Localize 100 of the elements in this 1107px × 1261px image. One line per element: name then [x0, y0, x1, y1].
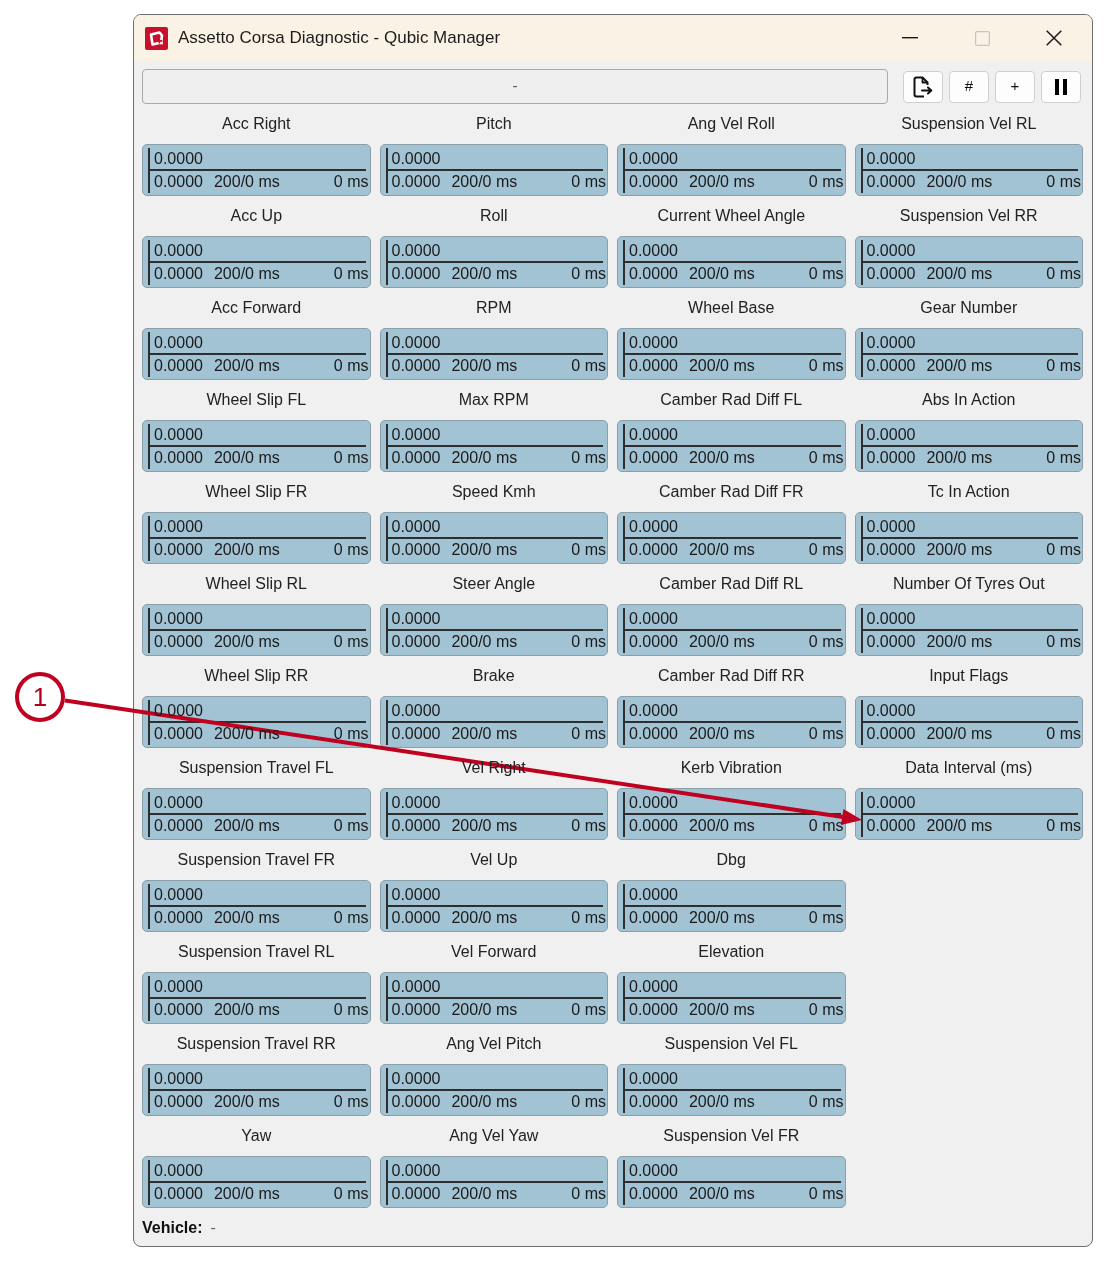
- minimize-icon: [902, 37, 918, 39]
- gauge-sub-value: 0.0000: [391, 173, 441, 191]
- gauge-label: Wheel Slip RL: [205, 574, 307, 594]
- gauge-time: 0 ms: [333, 265, 369, 283]
- gauge-sub-value: 0.0000: [629, 449, 678, 467]
- export-button[interactable]: [903, 70, 943, 103]
- gauge-label: Suspension Vel RL: [901, 114, 1037, 134]
- gauge-value: 0.0000: [629, 1069, 678, 1088]
- gauge-time: 0 ms: [333, 909, 369, 927]
- gauge-label: Acc Up: [230, 206, 283, 226]
- gauge-sub-value: 0.0000: [391, 541, 441, 559]
- gauge-sub-value: 0.0000: [154, 173, 203, 191]
- gauge-time: 0 ms: [808, 725, 844, 743]
- gauge-value: 0.0000: [866, 333, 916, 352]
- gauge-period: 200/0 ms: [451, 909, 518, 927]
- gauge-period: 200/0 ms: [213, 633, 280, 651]
- gauge-time: 0 ms: [333, 817, 369, 835]
- gauge-label: Suspension Travel RL: [178, 942, 335, 962]
- gauge-sub-value: 0.0000: [391, 817, 441, 835]
- gauge-time: 0 ms: [808, 449, 844, 467]
- gauge-value: 0.0000: [154, 701, 203, 720]
- gauge-sub-value: 0.0000: [154, 817, 203, 835]
- gauge-time: 0 ms: [808, 1185, 844, 1203]
- gauge-sub-value: 0.0000: [866, 449, 916, 467]
- gauge-sub-value: 0.0000: [629, 725, 678, 743]
- gauge-period: 200/0 ms: [688, 633, 755, 651]
- gauge-time: 0 ms: [571, 1185, 606, 1203]
- gauge-period: 200/0 ms: [688, 817, 755, 835]
- gauge-time: 0 ms: [1046, 173, 1081, 191]
- pause-icon: [1055, 78, 1067, 95]
- gauge-sub-value: 0.0000: [154, 633, 203, 651]
- gauge-period: 200/0 ms: [213, 909, 280, 927]
- close-icon: [1046, 30, 1062, 46]
- gauge-time: 0 ms: [808, 817, 844, 835]
- gauge-time: 0 ms: [1046, 633, 1081, 651]
- gauge-label: Gear Number: [920, 298, 1018, 318]
- toolbar-button[interactable]: +: [995, 70, 1035, 103]
- gauge-label: Data Interval (ms): [905, 758, 1033, 778]
- gauge-sub-value: 0.0000: [391, 265, 441, 283]
- gauge-value: 0.0000: [391, 517, 441, 536]
- gauge-label: Input Flags: [929, 666, 1009, 686]
- gauge-period: 200/0 ms: [926, 449, 993, 467]
- gauge-time: 0 ms: [808, 1093, 844, 1111]
- gauge-period: 200/0 ms: [451, 449, 518, 467]
- gauge-value: 0.0000: [629, 517, 678, 536]
- gauge-label: Camber Rad Diff FL: [660, 390, 803, 410]
- gauge-period: 200/0 ms: [213, 1093, 280, 1111]
- gauge-period: 200/0 ms: [213, 1185, 280, 1203]
- gauge-period: 200/0 ms: [451, 1093, 518, 1111]
- gauge-value: 0.0000: [154, 1069, 203, 1088]
- gauge-label: Roll: [479, 206, 508, 226]
- gauge-sub-value: 0.0000: [391, 1185, 441, 1203]
- gauge-label: Acc Right: [222, 114, 291, 134]
- gauge-period: 200/0 ms: [213, 265, 280, 283]
- gauge-time: 0 ms: [571, 1001, 606, 1019]
- gauge-sub-value: 0.0000: [154, 1185, 203, 1203]
- gauge-value: 0.0000: [629, 609, 678, 628]
- gauge-period: 200/0 ms: [688, 1093, 755, 1111]
- gauge-label: Ang Vel Roll: [687, 114, 775, 134]
- gauge-value: 0.0000: [391, 425, 441, 444]
- gauge-value: 0.0000: [629, 333, 678, 352]
- gauge-time: 0 ms: [571, 817, 606, 835]
- gauge-period: 200/0 ms: [213, 449, 280, 467]
- gauge-sub-value: 0.0000: [391, 1093, 441, 1111]
- gauge-label: Acc Forward: [211, 298, 302, 318]
- gauge-time: 0 ms: [571, 449, 606, 467]
- gauge-time: 0 ms: [1046, 541, 1081, 559]
- gauge-value: 0.0000: [391, 1161, 441, 1180]
- gauge-sub-value: 0.0000: [866, 173, 916, 191]
- gauge-time: 0 ms: [333, 357, 369, 375]
- gauge-period: 200/0 ms: [688, 725, 755, 743]
- gauge-value: 0.0000: [629, 149, 678, 168]
- gauge-value: 0.0000: [154, 885, 203, 904]
- gauge-label: Ang Vel Pitch: [446, 1034, 542, 1054]
- gauge-time: 0 ms: [808, 909, 844, 927]
- gauge-value: 0.0000: [391, 977, 441, 996]
- gauge-period: 200/0 ms: [451, 1001, 518, 1019]
- gauge-sub-value: 0.0000: [629, 1001, 678, 1019]
- gauge-sub-value: 0.0000: [391, 633, 441, 651]
- gauge-label: Camber Rad Diff RR: [658, 666, 805, 686]
- gauge-value: 0.0000: [391, 701, 441, 720]
- vehicle-label: Vehicle:: [142, 1218, 203, 1238]
- gauge-value: 0.0000: [866, 241, 916, 260]
- gauge-time: 0 ms: [333, 173, 369, 191]
- gauge-period: 200/0 ms: [688, 541, 755, 559]
- gauge-period: 200/0 ms: [688, 173, 755, 191]
- gauge-time: 0 ms: [1046, 725, 1081, 743]
- gauge-value: 0.0000: [391, 885, 441, 904]
- gauge-value: 0.0000: [629, 241, 678, 260]
- gauge-label: Number Of Tyres Out: [892, 574, 1045, 594]
- gauge-sub-value: 0.0000: [629, 357, 678, 375]
- gauge-value: 0.0000: [154, 1161, 203, 1180]
- gauge-label: Brake: [472, 666, 515, 686]
- gauge-time: 0 ms: [571, 1093, 606, 1111]
- gauge-time: 0 ms: [571, 541, 606, 559]
- gauge-period: 200/0 ms: [451, 541, 518, 559]
- gauge-label: Dbg: [716, 850, 746, 870]
- gauge-period: 200/0 ms: [688, 1185, 755, 1203]
- pause-button[interactable]: [1041, 70, 1081, 103]
- toolbar-button[interactable]: #: [949, 70, 989, 103]
